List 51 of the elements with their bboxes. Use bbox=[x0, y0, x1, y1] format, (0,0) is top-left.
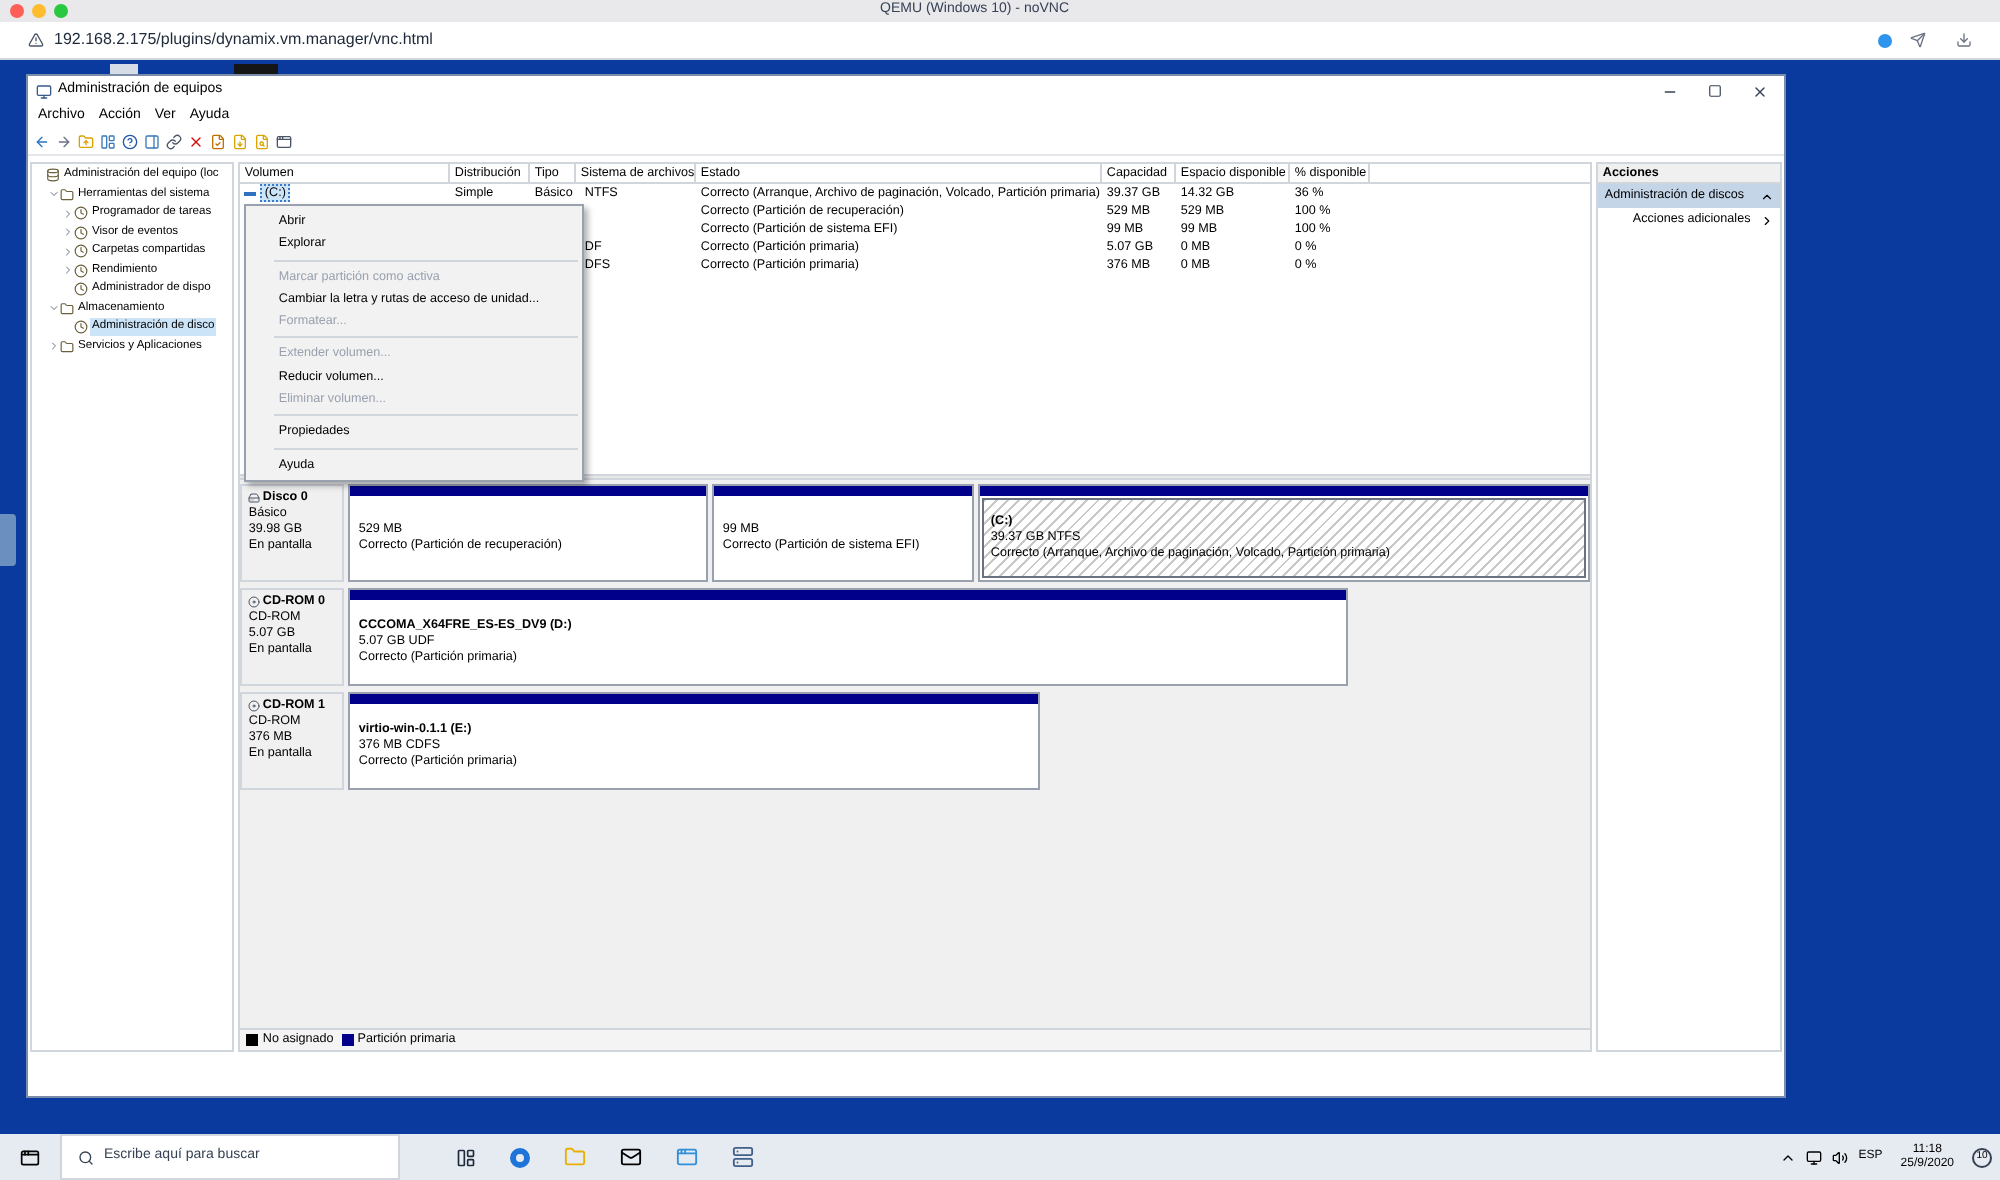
tree-node-icon bbox=[74, 206, 88, 221]
console-tree-icon[interactable] bbox=[100, 133, 116, 149]
download-icon[interactable] bbox=[1956, 32, 1972, 48]
tree-node-icon bbox=[74, 320, 88, 335]
help-icon[interactable] bbox=[122, 133, 138, 149]
app-icon bbox=[36, 83, 52, 99]
task-view-icon[interactable] bbox=[456, 1147, 476, 1167]
start-icon[interactable] bbox=[20, 1147, 40, 1167]
collapse-icon[interactable] bbox=[1760, 189, 1774, 203]
browser-icon[interactable] bbox=[510, 1147, 530, 1167]
up-folder-icon[interactable] bbox=[78, 133, 94, 149]
tree-node-icon bbox=[60, 187, 74, 202]
tree-node-icon bbox=[60, 339, 74, 354]
cd-drive-icon bbox=[248, 700, 261, 712]
address-bar[interactable]: 192.168.2.175/plugins/dynamix.vm.manager/vnc.html bbox=[0, 22, 2000, 60]
check-document-icon[interactable] bbox=[210, 133, 226, 149]
tree-node-icon bbox=[74, 225, 88, 240]
expand-chevron-icon[interactable] bbox=[61, 207, 73, 220]
search-icon bbox=[78, 1149, 94, 1165]
action-pane-icon[interactable] bbox=[144, 133, 160, 149]
app-icon[interactable] bbox=[676, 1146, 698, 1168]
forward-arrow-icon[interactable] bbox=[56, 133, 72, 149]
warning-icon bbox=[28, 32, 44, 48]
share-icon[interactable] bbox=[1910, 32, 1926, 48]
mail-icon[interactable] bbox=[620, 1146, 642, 1168]
collapse-chevron-icon[interactable] bbox=[47, 302, 59, 315]
verified-icon bbox=[1878, 33, 1892, 47]
search-document-icon[interactable] bbox=[254, 133, 270, 149]
window-icon[interactable] bbox=[276, 133, 292, 149]
connect-icon[interactable] bbox=[166, 133, 182, 149]
tree-node-icon bbox=[46, 168, 60, 183]
tree-node-icon bbox=[74, 282, 88, 297]
volume-icon[interactable] bbox=[1832, 1149, 1849, 1165]
expand-chevron-icon[interactable] bbox=[61, 245, 73, 258]
tree-node-icon bbox=[60, 301, 74, 316]
close-icon[interactable] bbox=[1752, 83, 1768, 99]
maximize-icon[interactable] bbox=[1708, 84, 1722, 98]
tree-node-icon bbox=[74, 244, 88, 259]
disk-icon bbox=[248, 492, 261, 504]
expand-chevron-icon[interactable] bbox=[61, 264, 73, 277]
cd-drive-icon bbox=[248, 596, 261, 608]
import-document-icon[interactable] bbox=[232, 133, 248, 149]
expand-chevron-icon[interactable] bbox=[61, 226, 73, 239]
delete-icon[interactable] bbox=[188, 133, 204, 149]
novnc-panel-handle[interactable] bbox=[0, 514, 16, 566]
url-text: 192.168.2.175/plugins/dynamix.vm.manager/vnc.html bbox=[54, 28, 435, 52]
back-arrow-icon[interactable] bbox=[34, 133, 50, 149]
expand-chevron-icon[interactable] bbox=[47, 340, 59, 353]
collapse-chevron-icon[interactable] bbox=[47, 188, 59, 201]
tree-node-icon bbox=[74, 263, 88, 278]
network-icon[interactable] bbox=[1806, 1149, 1823, 1165]
